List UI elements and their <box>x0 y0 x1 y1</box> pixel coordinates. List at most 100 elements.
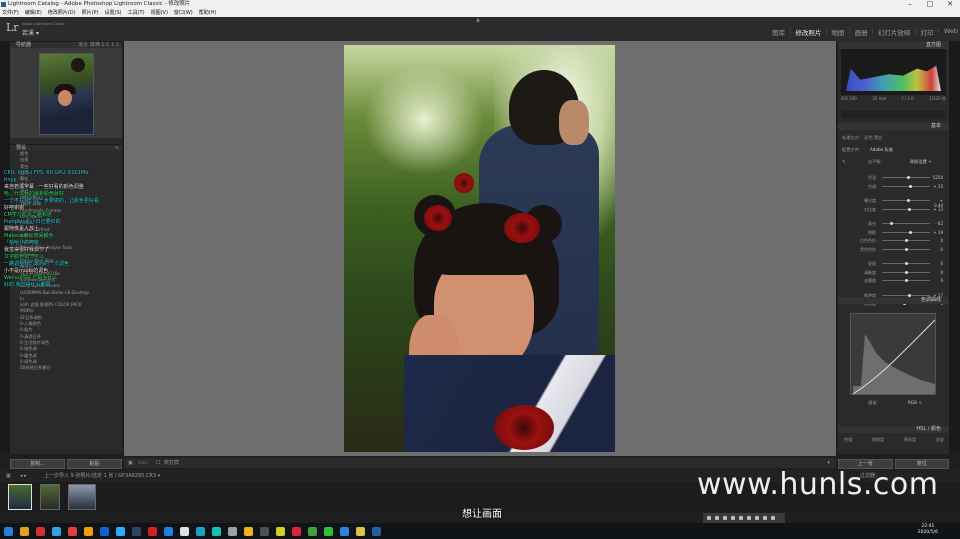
basic-slider[interactable]: 去朦胧 0 <box>848 278 943 283</box>
navigator-header[interactable]: 导航器 适合 填满 1:1 1:2 <box>10 41 122 48</box>
slider-value[interactable]: 0 <box>932 278 943 283</box>
slider-knob[interactable] <box>904 279 908 282</box>
histogram-header[interactable]: 直方图 <box>838 42 949 49</box>
slider-value[interactable]: 0 <box>932 238 943 243</box>
slider-track[interactable] <box>882 247 930 251</box>
taskbar-app-icon[interactable] <box>308 526 317 536</box>
slider-track[interactable] <box>882 262 930 265</box>
menu-item[interactable]: 照片(P) <box>82 9 99 17</box>
slider-knob[interactable] <box>909 184 913 188</box>
menu-item[interactable]: 工具(T) <box>128 9 145 17</box>
basic-slider[interactable]: 高光 - 62 <box>848 221 943 226</box>
basic-slider[interactable]: 白色色阶 0 <box>848 238 943 243</box>
filmstrip-thumbnail[interactable] <box>8 484 32 510</box>
basic-slider[interactable]: 色调 + 15 <box>848 184 943 189</box>
maximize-button[interactable]: □ <box>920 0 940 9</box>
basic-slider[interactable]: 纹理 0 <box>848 261 943 266</box>
slider-track[interactable] <box>882 293 930 297</box>
treatment-row[interactable]: 处理方式： 彩色 黑白 <box>842 135 882 141</box>
hsl-tab[interactable]: 明亮度 <box>904 437 917 443</box>
module-tab[interactable]: 图库 <box>772 27 785 37</box>
grid-view-icon[interactable]: ▦ <box>6 470 11 482</box>
hsl-tab[interactable]: 饱和度 <box>872 437 885 443</box>
slider-knob[interactable] <box>907 207 911 211</box>
slider-track[interactable] <box>882 199 930 202</box>
copy-settings-button[interactable]: 复制... <box>10 459 65 469</box>
taskbar-app-icon[interactable] <box>68 526 77 536</box>
slider-knob[interactable] <box>906 176 910 179</box>
minimize-button[interactable]: – <box>900 0 920 9</box>
soft-proof-checkbox[interactable]: ☐ <box>156 458 160 468</box>
taskbar-app-icon[interactable] <box>340 526 349 536</box>
taskbar-app-icon[interactable] <box>356 526 365 536</box>
before-after-view-icon[interactable]: ▭▭ <box>138 458 147 468</box>
slider-knob[interactable] <box>904 239 908 242</box>
menu-item[interactable]: 文件(F) <box>2 9 19 17</box>
system-clock[interactable]: 22:41 2020/5/6 <box>918 524 938 536</box>
slider-track[interactable] <box>882 176 930 179</box>
start-icon[interactable] <box>4 526 13 536</box>
wb-dropdown[interactable]: 原照设置 ÷ <box>910 159 932 165</box>
taskbar-app-icon[interactable] <box>372 526 381 536</box>
slider-knob[interactable] <box>904 247 908 251</box>
module-tab[interactable]: Web <box>944 27 958 37</box>
hsl-tab[interactable]: 色相 <box>844 437 852 443</box>
slider-value[interactable]: 5250 <box>932 175 943 180</box>
slider-value[interactable]: 0 <box>932 261 943 266</box>
taskbar-app-icon[interactable] <box>212 526 221 536</box>
module-tab[interactable]: 画册 <box>855 27 868 37</box>
eyedropper-icon[interactable]: ✎ <box>842 159 846 164</box>
taskbar-app-icon[interactable] <box>52 526 61 536</box>
paste-settings-button[interactable]: 粘贴 <box>67 459 122 469</box>
back-icon[interactable]: ◂ ▸ <box>20 470 27 482</box>
taskbar-app-icon[interactable] <box>244 526 253 536</box>
presets-header[interactable]: 预设 + <box>10 144 122 151</box>
photo-canvas[interactable] <box>124 41 836 456</box>
taskbar-app-icon[interactable] <box>228 526 237 536</box>
basic-slider[interactable]: 曝光度 + 0.40 <box>848 198 943 208</box>
profile-dropdown[interactable]: Adobe 标准 <box>870 147 893 153</box>
basic-slider[interactable]: 黑色色阶 0 <box>848 247 943 252</box>
module-tab[interactable]: 幻灯片放映 <box>878 27 911 37</box>
slider-track[interactable] <box>882 222 930 225</box>
taskbar-app-icon[interactable] <box>292 526 301 536</box>
menu-item[interactable]: 修改照片(D) <box>48 9 76 17</box>
hsl-header[interactable]: HSL / 颜色 <box>838 426 949 433</box>
right-panel-edge[interactable] <box>949 41 960 454</box>
menu-item[interactable]: 编辑(E) <box>25 9 42 17</box>
basic-slider[interactable]: 阴影 + 19 <box>848 230 943 235</box>
taskbar-app-icon[interactable] <box>180 526 189 536</box>
taskbar-app-icon[interactable] <box>196 526 205 536</box>
slider-track[interactable] <box>882 207 930 211</box>
basic-slider[interactable]: 对比度 + 13 <box>848 207 943 212</box>
user-name[interactable]: 若溪 ▾ <box>22 28 39 37</box>
wechat-icon[interactable] <box>324 526 333 536</box>
tool-strip[interactable] <box>841 111 946 118</box>
slider-track[interactable] <box>882 279 930 282</box>
slider-value[interactable]: - 62 <box>932 221 943 226</box>
menu-item[interactable]: 视图(V) <box>151 9 168 17</box>
photoshop-icon[interactable] <box>116 526 125 536</box>
slider-track[interactable] <box>882 239 930 242</box>
slider-knob[interactable] <box>890 222 894 225</box>
taskbar-app-icon[interactable] <box>164 526 173 536</box>
module-tab[interactable]: 修改照片 <box>795 27 821 37</box>
taskbar-app-icon[interactable] <box>36 526 45 536</box>
slider-track[interactable] <box>882 230 930 234</box>
taskbar-app-icon[interactable] <box>276 526 285 536</box>
module-tab[interactable]: 地图 <box>832 27 845 37</box>
filmstrip-source[interactable]: 上一次导入 9 张照片/选定 1 张 / GF3A8285.CR3 ▾ <box>44 470 160 482</box>
filmstrip-thumbnail[interactable] <box>40 484 60 510</box>
slider-knob[interactable] <box>904 262 908 265</box>
slider-knob[interactable] <box>904 270 908 274</box>
tone-curve-graph[interactable] <box>850 313 936 395</box>
module-tab[interactable]: 打印 <box>921 27 934 37</box>
taskbar-app-icon[interactable] <box>148 526 157 536</box>
menu-item[interactable]: 窗口(W) <box>174 9 193 17</box>
slider-value[interactable]: + 15 <box>932 184 943 189</box>
filmstrip-thumbnail[interactable] <box>68 484 96 510</box>
close-button[interactable]: ✕ <box>940 0 960 9</box>
preset-folder[interactable]: SB系统日系夏日 <box>20 365 122 371</box>
loupe-view-icon[interactable]: ▣ <box>128 458 133 468</box>
tone-curve-header[interactable]: 色调曲线 <box>838 297 949 304</box>
